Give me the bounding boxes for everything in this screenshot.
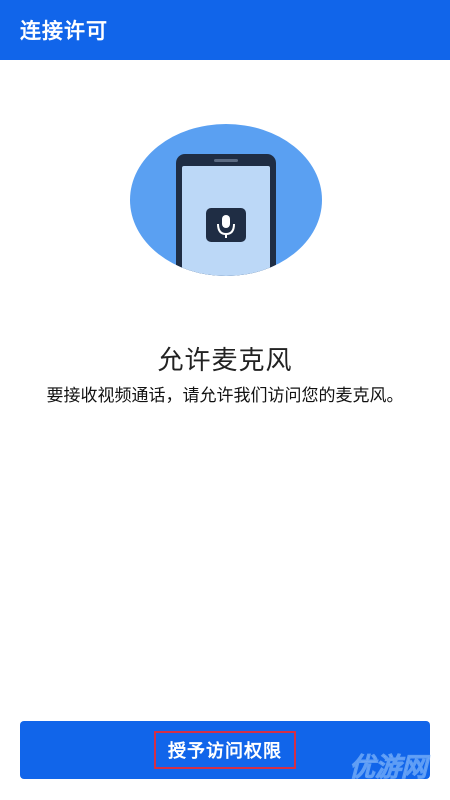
permission-description: 要接收视频通话，请允许我们访问您的麦克风。 [46,386,404,406]
app-bar: 连接许可 [0,0,450,60]
microphone-icon [206,208,246,242]
watermark-logo: 优游网 [349,752,432,783]
microphone-illustration [130,124,322,276]
app-bar-title: 连接许可 [20,19,108,43]
app-screen: 连接许可 允许麦克风 要接收视频通话，请允许我们访问您的麦克风。 授予访问权限 … [0,0,450,800]
grant-access-label: 授予访问权限 [154,731,296,769]
svg-text:优游网: 优游网 [349,752,431,782]
permission-heading: 允许麦克风 [157,346,293,376]
